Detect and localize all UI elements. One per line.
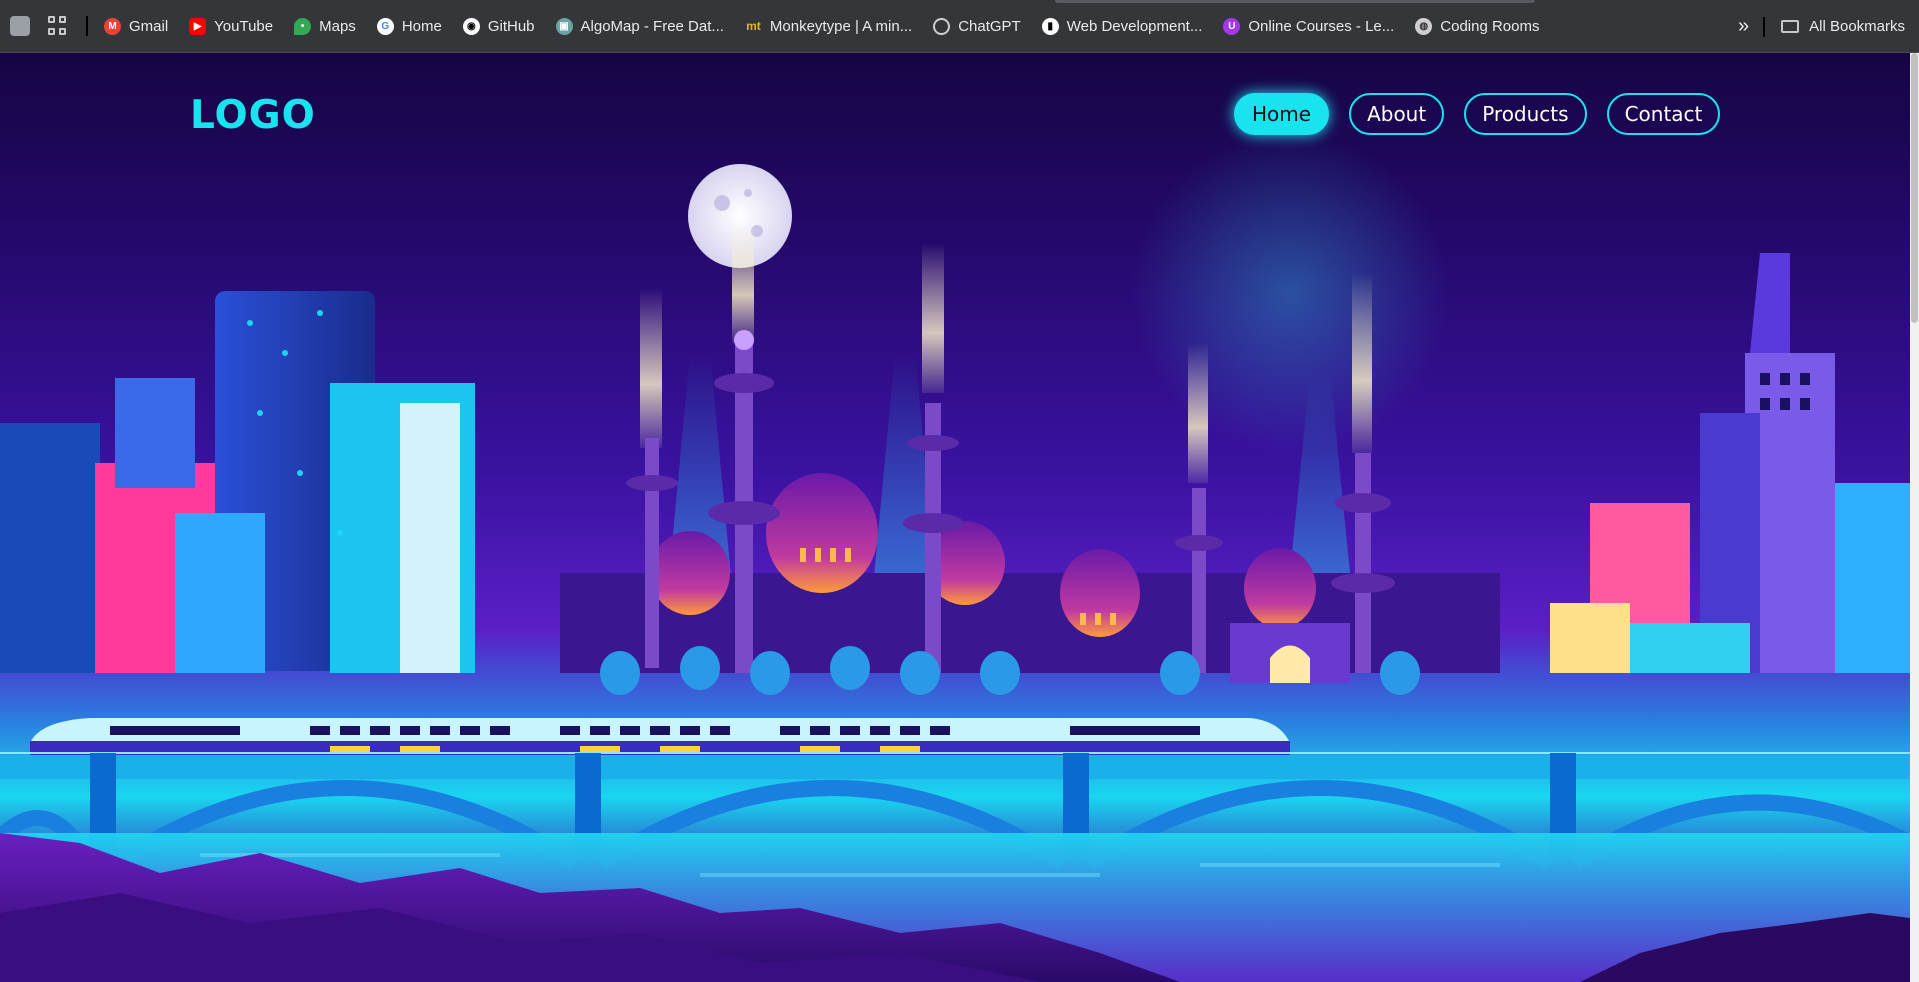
hero-section: LOGO Home About Products Contact xyxy=(0,53,1910,982)
github-icon: ◉ xyxy=(462,17,480,35)
folder-icon xyxy=(1781,20,1800,33)
algomap-icon: ▣ xyxy=(555,17,573,35)
nav-contact-button[interactable]: Contact xyxy=(1606,93,1721,135)
monkeytype-icon: mt xyxy=(746,19,761,33)
bookmarks-bar: M Gmail ▶ YouTube • Maps G Home ◉ GitHub… xyxy=(0,0,1919,53)
bookmark-label: Gmail xyxy=(129,17,169,35)
bookmarks-separator xyxy=(1763,16,1766,37)
globe-icon: ◍ xyxy=(1415,17,1433,35)
youtube-icon: ▶ xyxy=(189,17,207,35)
bookmark-gmail[interactable]: M Gmail xyxy=(104,0,168,53)
bookmark-label: Coding Rooms xyxy=(1440,17,1540,35)
bookmark-label: AlgoMap - Free Dat... xyxy=(580,17,724,35)
gmail-icon: M xyxy=(104,17,121,35)
bookmark-label: Web Development... xyxy=(1066,17,1203,35)
bookmark-online-courses[interactable]: U Online Courses - Le... xyxy=(1223,0,1394,53)
tab-strip-edge xyxy=(1055,0,1535,3)
city-night-illustration xyxy=(0,133,1910,982)
more-bookmarks-chevron-icon[interactable]: » xyxy=(1738,15,1749,38)
bookmark-label: YouTube xyxy=(214,17,274,35)
bookmark-maps[interactable]: • Maps xyxy=(294,0,356,53)
tab-search-icon[interactable] xyxy=(10,16,30,36)
nav-about-button[interactable]: About xyxy=(1349,93,1445,135)
bookmark-monkeytype[interactable]: mt Monkeytype | A min... xyxy=(745,0,912,53)
chatgpt-icon xyxy=(933,17,951,35)
bookmarks-separator xyxy=(86,16,88,36)
all-bookmarks-button[interactable]: All Bookmarks xyxy=(1809,18,1905,35)
udemy-icon: U xyxy=(1223,17,1241,35)
bookmark-algomap[interactable]: ▣ AlgoMap - Free Dat... xyxy=(555,0,724,53)
bookmark-label: Home xyxy=(401,17,442,35)
site-logo[interactable]: LOGO xyxy=(190,93,316,138)
apps-grid-icon[interactable] xyxy=(48,16,68,36)
bookmark-label: Monkeytype | A min... xyxy=(769,17,913,35)
bookmark-label: ChatGPT xyxy=(958,17,1021,35)
bookmark-label: Online Courses - Le... xyxy=(1248,17,1395,35)
bookmark-chatgpt[interactable]: ChatGPT xyxy=(933,0,1021,53)
bookmark-coding-rooms[interactable]: ◍ Coding Rooms xyxy=(1415,0,1539,53)
bookmark-home[interactable]: G Home xyxy=(376,0,442,53)
google-icon: G xyxy=(376,17,394,35)
scrollbar-thumb[interactable] xyxy=(1911,53,1918,323)
main-nav: Home About Products Contact xyxy=(1234,93,1721,135)
bookmark-label: Maps xyxy=(319,17,356,35)
nav-home-button[interactable]: Home xyxy=(1234,93,1330,135)
bookmark-youtube[interactable]: ▶ YouTube xyxy=(189,0,273,53)
webdev-icon: ▮ xyxy=(1041,17,1059,35)
bookmark-webdev[interactable]: ▮ Web Development... xyxy=(1041,0,1203,53)
maps-icon: • xyxy=(294,17,312,35)
nav-products-button[interactable]: Products xyxy=(1464,93,1587,135)
bookmark-github[interactable]: ◉ GitHub xyxy=(462,0,535,53)
bookmark-label: GitHub xyxy=(487,17,535,35)
